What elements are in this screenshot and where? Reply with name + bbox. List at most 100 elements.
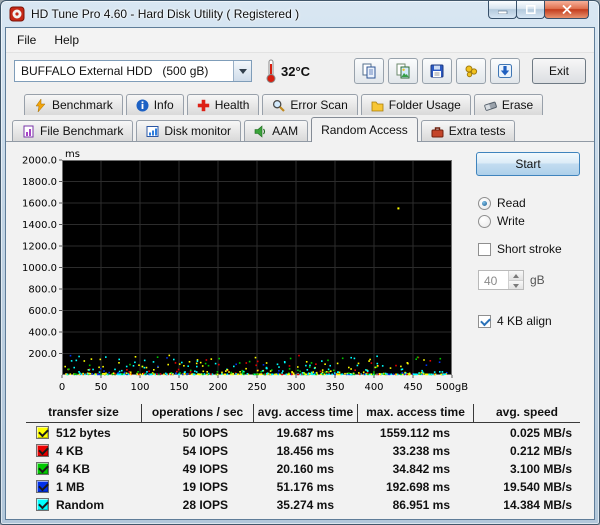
health-icon	[197, 99, 210, 112]
tab-folder-usage[interactable]: Folder Usage	[361, 94, 471, 115]
x-axis-label: 200	[208, 382, 227, 393]
drive-name: BUFFALO External HDD	[21, 64, 152, 78]
drive-size: (500 gB)	[162, 64, 208, 78]
minimize-button[interactable]	[488, 1, 517, 19]
transfer-size-label: Random	[56, 498, 104, 512]
series-checkbox[interactable]	[36, 444, 49, 457]
exit-button[interactable]: Exit	[532, 58, 586, 84]
tab-label: Info	[154, 98, 174, 112]
max-access-value: 86.951 ms	[358, 498, 474, 512]
save-screenshot-button[interactable]	[422, 58, 452, 84]
results-table: transfer size operations / sec avg. acce…	[26, 404, 580, 513]
y-axis-label: 200.0	[28, 349, 57, 360]
tab-label: Benchmark	[52, 98, 113, 112]
tab-aam[interactable]: AAM	[244, 120, 308, 141]
max-access-outlier-point	[397, 207, 399, 209]
x-axis-label: 150	[169, 382, 188, 393]
kb-align-checkbox[interactable]	[478, 315, 491, 328]
app-icon	[9, 6, 25, 22]
options-button[interactable]	[456, 58, 486, 84]
tab-random-access[interactable]: Random Access	[311, 117, 418, 142]
drive-select[interactable]: BUFFALO External HDD (500 gB)	[14, 60, 252, 82]
short-stroke-size-value[interactable]: 40	[479, 271, 508, 289]
short-stroke-size-spinner[interactable]: 40	[478, 270, 524, 290]
x-axis-label: 350	[325, 382, 344, 393]
maximize-button[interactable]	[516, 1, 545, 19]
tab-label: Disk monitor	[164, 124, 231, 138]
avg-speed-value: 19.540 MB/s	[474, 480, 580, 494]
eraser-icon	[484, 99, 497, 112]
series-checkbox[interactable]	[36, 480, 49, 493]
spinner-down-icon[interactable]	[509, 281, 523, 290]
tab-info[interactable]: Info	[126, 94, 184, 115]
tab-erase[interactable]: Erase	[474, 94, 543, 115]
copy-screenshot-icon	[395, 63, 411, 79]
tab-health[interactable]: Health	[187, 94, 260, 115]
close-icon	[562, 5, 572, 14]
tab-file-benchmark[interactable]: File Benchmark	[12, 120, 133, 141]
avg-access-value: 51.176 ms	[254, 480, 358, 494]
info-icon	[136, 99, 149, 112]
avg-speed-value: 3.100 MB/s	[474, 462, 580, 476]
test-controls: Start Read Write Short stroke 40	[476, 152, 580, 328]
temperature-value: 32°C	[281, 64, 310, 79]
app-window: HD Tune Pro 4.60 - Hard Disk Utility ( R…	[0, 0, 600, 525]
column-header: avg. access time	[254, 404, 358, 422]
start-button[interactable]: Start	[476, 152, 580, 176]
download-button[interactable]	[490, 58, 520, 84]
x-axis-label: 100	[130, 382, 149, 393]
column-header: max. access time	[358, 404, 474, 422]
tab-extra-tests[interactable]: Extra tests	[421, 120, 516, 141]
copy-screenshot-button[interactable]	[388, 58, 418, 84]
tab-benchmark[interactable]: Benchmark	[24, 94, 123, 115]
tab-label: Erase	[502, 98, 533, 112]
tab-label: Folder Usage	[389, 98, 461, 112]
transfer-size-label: 1 MB	[56, 480, 85, 494]
menu-help[interactable]: Help	[46, 30, 87, 50]
write-radio[interactable]	[478, 215, 491, 228]
avg-access-value: 35.274 ms	[254, 498, 358, 512]
chevron-down-icon[interactable]	[233, 61, 251, 81]
thermometer-icon	[264, 59, 278, 83]
read-radio[interactable]	[478, 197, 491, 210]
client-area: File Help BUFFALO External HDD (500 gB) …	[5, 27, 595, 520]
table-header: transfer size operations / sec avg. acce…	[26, 404, 580, 423]
short-stroke-unit: gB	[530, 273, 545, 287]
spinner-up-icon[interactable]	[509, 271, 523, 281]
tab-label: File Benchmark	[40, 124, 123, 138]
file-benchmark-icon	[22, 125, 35, 138]
y-axis-label: 1600.0	[22, 199, 57, 210]
avg-speed-value: 14.384 MB/s	[474, 498, 580, 512]
series-checkbox[interactable]	[36, 498, 49, 511]
x-axis-label: 450	[403, 382, 422, 393]
x-axis-label: 500gB	[436, 382, 468, 393]
toolbar-buttons	[354, 58, 520, 84]
table-row: Random 28 IOPS 35.274 ms 86.951 ms 14.38…	[26, 496, 580, 513]
column-header: operations / sec	[142, 404, 254, 422]
copy-text-button[interactable]	[354, 58, 384, 84]
write-label: Write	[497, 214, 525, 228]
max-access-value: 34.842 ms	[358, 462, 474, 476]
table-row: 4 KB 54 IOPS 18.456 ms 33.238 ms 0.212 M…	[26, 442, 580, 459]
table-row: 1 MB 19 IOPS 51.176 ms 192.698 ms 19.540…	[26, 478, 580, 495]
speaker-icon	[254, 125, 267, 138]
avg-speed-value: 0.212 MB/s	[474, 444, 580, 458]
options-icon	[463, 63, 479, 79]
menu-file[interactable]: File	[9, 30, 44, 50]
transfer-size-label: 512 bytes	[56, 426, 111, 440]
avg-access-value: 18.456 ms	[254, 444, 358, 458]
x-axis-label: 50	[95, 382, 108, 393]
max-access-value: 192.698 ms	[358, 480, 474, 494]
series-checkbox[interactable]	[36, 426, 49, 439]
short-stroke-label: Short stroke	[497, 242, 562, 256]
close-button[interactable]	[544, 1, 589, 19]
transfer-size-label: 64 KB	[56, 462, 90, 476]
series-checkbox[interactable]	[36, 462, 49, 475]
tab-error-scan[interactable]: Error Scan	[262, 94, 357, 115]
table-row: 64 KB 49 IOPS 20.160 ms 34.842 ms 3.100 …	[26, 460, 580, 477]
max-access-value: 33.238 ms	[358, 444, 474, 458]
short-stroke-checkbox[interactable]	[478, 243, 491, 256]
y-axis-label: 600.0	[28, 306, 57, 317]
toolbox-icon	[431, 125, 444, 138]
tab-disk-monitor[interactable]: Disk monitor	[136, 120, 241, 141]
